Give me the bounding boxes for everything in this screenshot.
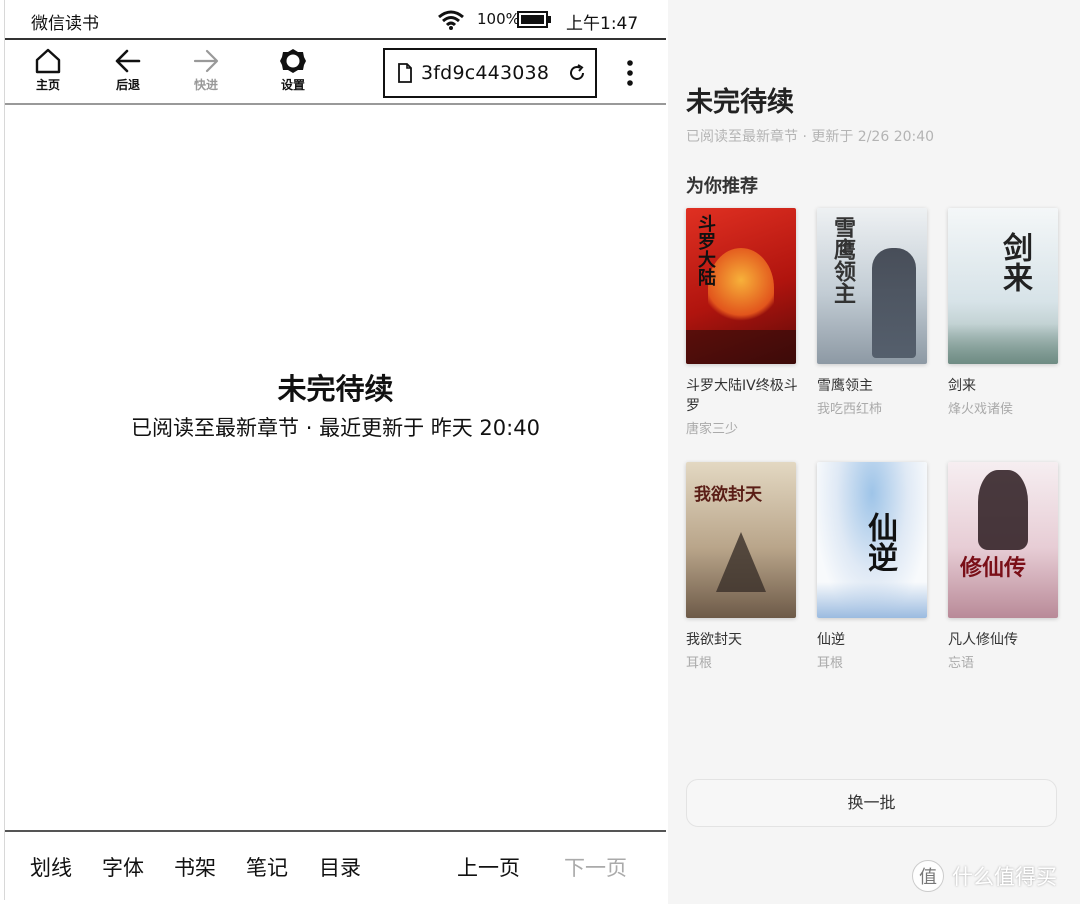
book-cover-title: 雪鹰领主 [830, 216, 856, 304]
reload-icon[interactable] [567, 63, 587, 83]
browser-toolbar: 主页 后退 快进 设置 3fd9c443038 [5, 38, 666, 105]
recommend-heading: 为你推荐 [686, 176, 758, 197]
settings-label: 设置 [280, 78, 305, 92]
book-card[interactable]: 修仙传 凡人修仙传 忘语 [948, 462, 1060, 671]
toc-button[interactable]: 目录 [319, 852, 361, 882]
status-app-name: 微信读书 [31, 14, 99, 34]
book-cover: 仙逆 [817, 462, 927, 618]
shelf-button[interactable]: 书架 [174, 852, 216, 882]
book-card[interactable]: 斗罗大陆 斗罗大陆IV终极斗罗 唐家三少 [686, 208, 798, 437]
book-author: 耳根 [817, 656, 844, 671]
forward-arrow-icon [193, 49, 219, 73]
home-icon [35, 48, 61, 74]
book-cover: 剑来 [948, 208, 1058, 364]
book-title: 斗罗大陆IV终极斗罗 [686, 378, 798, 414]
forward-label: 快进 [193, 78, 218, 92]
swap-batch-button[interactable]: 换一批 [686, 779, 1057, 827]
book-card[interactable]: 剑来 剑来 烽火戏诸侯 [948, 208, 1060, 417]
book-card[interactable]: 雪鹰领主 雪鹰领主 我吃西红柿 [817, 208, 929, 417]
book-title: 雪鹰领主 [817, 378, 873, 394]
watermark-logo-icon: 值 [912, 860, 944, 892]
settings-button[interactable]: 设置 [263, 48, 323, 98]
watermark: 值 什么值得买 [912, 858, 1057, 894]
book-title: 剑来 [948, 378, 976, 394]
font-button[interactable]: 字体 [102, 852, 144, 882]
book-author: 忘语 [948, 656, 975, 671]
battery-percent: 100% [477, 10, 520, 28]
reader-subtitle: 已阅读至最新章节 · 最近更新于 昨天 20:40 [131, 416, 540, 440]
status-bar: 微信读书 100% 上午1:47 [5, 0, 666, 38]
book-cover: 我欲封天 [686, 462, 796, 618]
back-label: 后退 [115, 78, 140, 92]
book-card[interactable]: 仙逆 仙逆 耳根 [817, 462, 929, 671]
book-cover: 雪鹰领主 [817, 208, 927, 364]
book-author: 烽火戏诸侯 [948, 402, 1014, 417]
reader-panel: 微信读书 100% 上午1:47 主页 后退 快进 设置 3fd9c443038… [4, 0, 666, 900]
book-title: 仙逆 [817, 632, 845, 648]
book-title: 凡人修仙传 [948, 632, 1018, 648]
notes-button[interactable]: 笔记 [246, 852, 288, 882]
prev-page-button[interactable]: 上一页 [457, 852, 520, 882]
gear-icon [280, 49, 306, 73]
back-button[interactable]: 后退 [98, 48, 158, 98]
book-cover: 斗罗大陆 [686, 208, 796, 364]
back-arrow-icon [115, 49, 141, 73]
book-cover: 修仙传 [948, 462, 1058, 618]
book-author: 耳根 [686, 656, 713, 671]
url-field[interactable]: 3fd9c443038 [383, 48, 597, 98]
book-card[interactable]: 我欲封天 我欲封天 耳根 [686, 462, 798, 671]
document-icon [398, 63, 412, 83]
underline-button[interactable]: 划线 [30, 852, 72, 882]
book-title: 我欲封天 [686, 632, 742, 648]
web-title: 未完待续 [686, 87, 794, 118]
book-cover-title: 斗罗大陆 [695, 214, 716, 286]
kebab-menu-icon[interactable] [617, 58, 643, 88]
web-panel: 未完待续 已阅读至最新章节 · 更新于 2/26 20:40 为你推荐 斗罗大陆… [668, 0, 1080, 904]
home-label: 主页 [35, 78, 60, 92]
url-text: 3fd9c443038 [421, 62, 550, 84]
home-button[interactable]: 主页 [18, 48, 78, 98]
web-subtitle: 已阅读至最新章节 · 更新于 2/26 20:40 [686, 129, 935, 145]
status-time: 上午1:47 [566, 14, 639, 34]
book-author: 唐家三少 [686, 422, 739, 437]
watermark-text: 什么值得买 [952, 865, 1057, 889]
forward-button[interactable]: 快进 [176, 48, 236, 98]
next-page-button[interactable]: 下一页 [564, 852, 627, 882]
book-cover-title: 剑来 [997, 232, 1032, 292]
wifi-icon [438, 10, 464, 30]
book-cover-title: 仙逆 [862, 512, 897, 572]
book-cover-title: 修仙传 [960, 555, 1027, 581]
book-author: 我吃西红柿 [817, 402, 883, 417]
battery-icon [517, 11, 551, 28]
reader-title: 未完待续 [277, 372, 394, 406]
reader-bottom-bar: 划线 字体 书架 笔记 目录 上一页 下一页 [5, 830, 666, 900]
book-cover-title: 我欲封天 [694, 485, 762, 505]
